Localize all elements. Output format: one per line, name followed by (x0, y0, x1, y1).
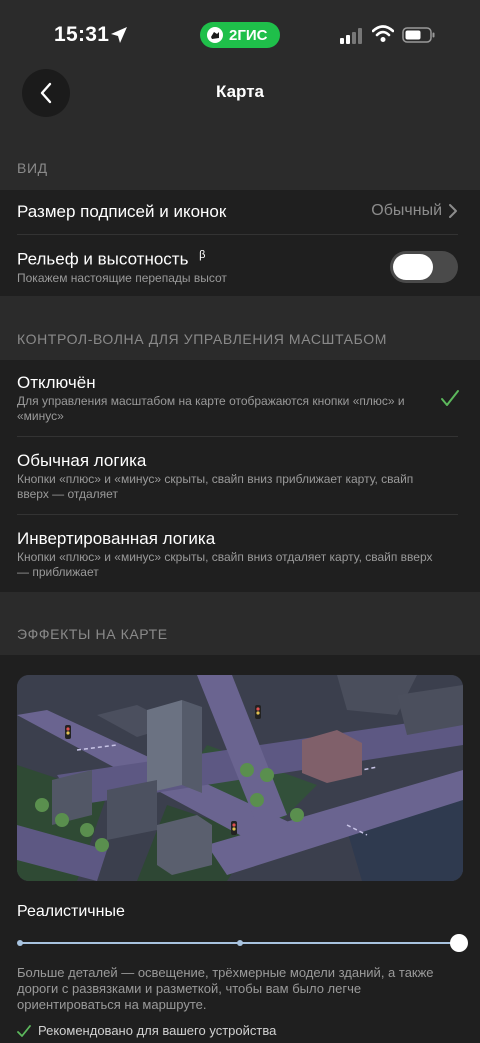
section-header-view: ВИД (0, 128, 480, 190)
recommendation-note: Рекомендовано для вашего устройства (17, 1023, 276, 1038)
navigation-bar: Карта (0, 62, 480, 128)
option-disabled[interactable]: Отключён Для управления масштабом на кар… (0, 360, 480, 436)
cellular-signal-icon (340, 28, 362, 44)
label-size-row[interactable]: Размер подписей и иконок Обычный (0, 190, 480, 234)
relief-row: Рельеф и высотность β Покажем настоящие … (0, 235, 480, 296)
relief-subtitle: Покажем настоящие перепады высот (17, 271, 227, 285)
slider-thumb[interactable] (450, 934, 468, 952)
option-normal-logic[interactable]: Обычная логика Кнопки «плюс» и «минус» с… (0, 437, 480, 514)
dog-logo-icon (207, 27, 223, 43)
section-header-effects: ЭФФЕКТЫ НА КАРТЕ (0, 592, 480, 655)
label-size-value: Обычный (371, 202, 458, 220)
relief-title-wrap: Рельеф и высотность β (17, 249, 206, 270)
settings-group-view: Размер подписей и иконок Обычный Рельеф … (0, 190, 480, 296)
option-subtitle: Для управления масштабом на карте отобра… (17, 394, 405, 423)
option-title: Отключён (17, 373, 96, 392)
option-subtitle: Кнопки «плюс» и «минус» скрыты, свайп вн… (17, 550, 433, 579)
slider-step-dot[interactable] (17, 940, 23, 946)
option-inverted-logic[interactable]: Инвертированная логика Кнопки «плюс» и «… (0, 515, 480, 592)
settings-group-zoom-control: Отключён Для управления масштабом на кар… (0, 360, 480, 592)
beta-badge: β (199, 249, 206, 261)
map-preview-image (17, 675, 463, 881)
location-arrow-icon (111, 27, 127, 43)
label-size-value-text: Обычный (371, 202, 442, 219)
app-badge[interactable]: 2ГИС (200, 22, 280, 48)
chevron-right-icon (449, 204, 457, 218)
effects-level-label: Реалистичные (17, 903, 125, 920)
wifi-icon (372, 25, 394, 42)
status-time: 15:31 (54, 23, 110, 46)
page-title: Карта (216, 82, 264, 101)
toggle-knob (393, 254, 433, 280)
section-header-zoom-control: КОНТРОЛ-ВОЛНА ДЛЯ УПРАВЛЕНИЯ МАСШТАБОМ (0, 296, 480, 360)
app-badge-label: 2ГИС (229, 26, 268, 44)
option-subtitle: Кнопки «плюс» и «минус» скрыты, свайп вн… (17, 472, 414, 501)
battery-icon (402, 27, 435, 43)
checkmark-icon (17, 1024, 31, 1037)
status-bar: 15:31 2ГИС (0, 0, 480, 62)
slider-step-dot[interactable] (237, 940, 243, 946)
settings-group-effects: Реалистичные Больше деталей — освещение,… (0, 655, 480, 1043)
option-title: Обычная логика (17, 451, 147, 470)
recommendation-text: Рекомендовано для вашего устройства (38, 1023, 277, 1038)
relief-toggle[interactable] (390, 251, 458, 283)
relief-title: Рельеф и высотность (17, 249, 189, 269)
option-title: Инвертированная логика (17, 529, 216, 548)
label-size-title: Размер подписей и иконок (17, 202, 227, 221)
effects-description: Больше деталей — освещение, трёхмерные м… (17, 965, 434, 1012)
checkmark-icon (441, 390, 459, 406)
